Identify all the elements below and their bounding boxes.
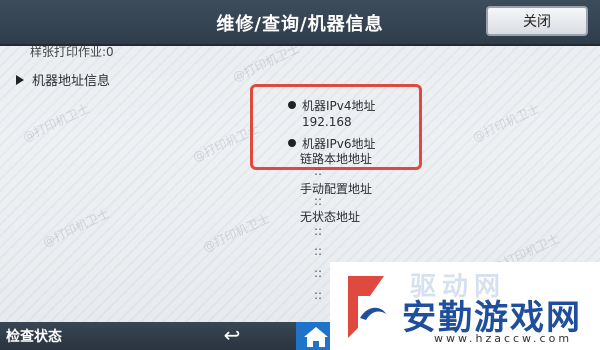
logo-mark-icon (348, 276, 386, 338)
watermark-text: @打印机卫士 (470, 101, 542, 145)
back-arrow-icon[interactable]: ↩ (210, 322, 254, 350)
close-button[interactable]: 关闭 (486, 6, 588, 36)
print-jobs-line: 样张打印作业:0 (30, 45, 114, 59)
stateless-label: 无状态地址 (300, 210, 361, 224)
stateless-value-3: :: (314, 266, 323, 280)
bullet-icon (288, 139, 296, 147)
link-local-value: :: (314, 164, 323, 178)
header-bar: 维修/查询/机器信息 关闭 (0, 0, 600, 46)
section-label: 机器地址信息 (32, 74, 111, 89)
manual-value: :: (314, 194, 323, 208)
logo-url: www.hzaccw.com (434, 332, 573, 345)
address-info-section[interactable]: 机器地址信息 (16, 70, 110, 89)
watermark-text: @打印机卫士 (200, 211, 272, 255)
stateless-value-2: :: (314, 244, 323, 258)
link-local-label: 链路本地地址 (300, 152, 373, 166)
ipv6-label: 机器IPv6地址 (302, 137, 376, 151)
expand-triangle-icon (16, 75, 24, 85)
watermark-text: @打印机卫士 (20, 101, 92, 145)
site-logo: 驱动网 安勤游戏网 www.hzaccw.com (330, 262, 600, 350)
stateless-value-1: :: (314, 224, 323, 238)
stateless-value-4: :: (314, 288, 323, 302)
ipv4-label-row: 机器IPv4地址 (288, 97, 376, 114)
ipv4-label: 机器IPv4地址 (302, 99, 376, 113)
watermark-text: @打印机卫士 (230, 41, 302, 85)
manual-label: 手动配置地址 (300, 182, 373, 196)
check-status-button[interactable]: 检查状态 (6, 326, 62, 346)
watermark-text: @打印机卫士 (40, 206, 112, 250)
device-screen: 维修/查询/机器信息 关闭 样张打印作业:0 机器地址信息 机器IPv4地址 1… (0, 0, 600, 350)
ipv4-value: 192.168 (302, 115, 352, 129)
bullet-icon (288, 101, 296, 109)
